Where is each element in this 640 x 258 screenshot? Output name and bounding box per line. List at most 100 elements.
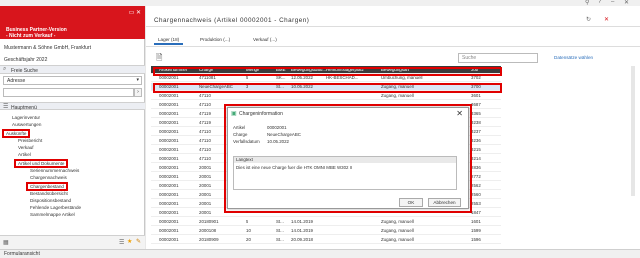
refresh-icon[interactable]: ↻ [586, 16, 591, 23]
cell-7: 3214 [471, 156, 481, 161]
cell-7: 2772 [471, 174, 481, 179]
tree-item-preisbericht[interactable]: Preisbericht [18, 138, 42, 143]
main-titlebar: Chargennachweis (Artikel 00002001 - Char… [146, 11, 640, 27]
free-search-title: Freie Suche [11, 68, 38, 74]
cell-2: 5 [246, 219, 249, 224]
search-input[interactable] [3, 88, 134, 97]
grid-icon[interactable]: ▦ [3, 239, 9, 246]
cell-1: 47110 [199, 138, 211, 143]
cell-7: 3215 [471, 147, 481, 152]
cell-0: 00002001 [159, 174, 179, 179]
cell-1: 20001 [199, 210, 212, 215]
cell-0: 00002001 [159, 138, 179, 143]
table-row[interactable]: 00002001 47110 Zugang, manuell 3601 [151, 92, 501, 100]
cell-1: 20180901 [199, 219, 219, 224]
search-icon: ⌕ [3, 66, 7, 72]
tree-item-lagerinventur[interactable]: Lagerinventur [12, 115, 40, 120]
tree-item-bestandsuebersicht[interactable]: Bestandsübersicht [30, 191, 68, 196]
cell-3: St... [276, 219, 284, 224]
cell-7: 3601 [471, 93, 481, 98]
tree-item-chargennachweis[interactable]: Chargennachweis [30, 175, 67, 180]
cell-1: 20001 [199, 183, 212, 188]
cell-0: 00002001 [159, 120, 179, 125]
tab-produktion[interactable]: Produktion (...) [196, 35, 234, 45]
cell-6: Zugang, manuell [381, 219, 414, 224]
cell-0: 00002001 [159, 228, 179, 233]
menu-list-icon: ☰ [3, 104, 9, 110]
cell-0: 00002001 [159, 147, 179, 152]
list-icon[interactable]: ☰ [119, 239, 124, 246]
table-row[interactable]: 00002001 20180901 5 St... 14.01.2019 Zugang, … [151, 218, 501, 226]
table-row[interactable]: 00002001 20180909 20 St... 20.09.2018 Zugang,… [151, 236, 501, 244]
cell-4: 14.01.2019 [291, 228, 313, 233]
table-row[interactable]: 00002001 2000108 10 St... 14.01.2019 Zugang, … [151, 227, 501, 235]
cell-1: 20180909 [199, 237, 219, 242]
status-text: Formularansicht [4, 251, 40, 257]
status-bar: Formularansicht [0, 249, 640, 258]
cell-0: 00002001 [159, 192, 179, 197]
help-icon[interactable]: ? [598, 0, 601, 5]
cell-2: 20 [246, 237, 251, 242]
cell-6: Zugang, manuell [381, 228, 414, 233]
cell-7: 2560 [471, 192, 481, 197]
tree-item-sammelmappe-artikel[interactable]: Sammelmappe Artikel [30, 212, 75, 217]
vertical-scrollbar[interactable] [631, 66, 635, 196]
cell-1: 2000108 [199, 228, 217, 233]
tab-verkauf[interactable]: Verkauf (...) [249, 35, 281, 45]
cell-1: 47110 [199, 147, 211, 152]
tree-item-dispositionsbestand[interactable]: Dispositionsbestand [30, 198, 71, 203]
search-scope-value: Adresse [7, 78, 26, 84]
menu-tree: Lagerinventur Auswertungen Auskünfte Pre… [0, 112, 145, 232]
company-name: Mustermann & Söhne GmbH, Frankfurt [4, 45, 91, 51]
tree-item-auskuenfte[interactable]: Auskünfte [2, 129, 31, 138]
main-menu-title: Hauptmenü [11, 105, 37, 111]
left-footer: ▦ ☰ ★ ✎ [0, 235, 145, 249]
cell-1: 47110 [199, 129, 211, 134]
document-icon[interactable]: 🗎 [156, 52, 162, 66]
cell-1: 20001 [199, 201, 212, 206]
cell-6: Zugang, manuell [381, 93, 414, 98]
tree-item-artikel-dokumente[interactable]: Artikel und Dokumente [14, 159, 69, 168]
cell-7: 3687 [471, 102, 481, 107]
cell-7: 2553 [471, 201, 481, 206]
search-scope-select[interactable]: Adresse ▾ [3, 76, 142, 85]
cell-7: 3237 [471, 129, 481, 134]
tree-item-fehlende-lagerbestaende[interactable]: Fehlende Lagerbestände [30, 205, 81, 210]
cell-7: 3236 [471, 138, 481, 143]
cell-0: 00002001 [159, 201, 179, 206]
free-search-header[interactable]: ⌕ Freie Suche [0, 65, 145, 74]
tree-item-auswertungen[interactable]: Auswertungen [12, 122, 41, 127]
tree-item-chargenbestand[interactable]: Chargenbestand [26, 182, 68, 191]
cell-0: 00002001 [159, 93, 179, 98]
tab-lager[interactable]: Lager (18) [154, 35, 184, 45]
tree-item-artikel[interactable]: Artikel [18, 152, 31, 157]
cell-1: 20001 [199, 174, 212, 179]
cell-0: 00002001 [159, 183, 179, 188]
cell-3: St... [276, 228, 284, 233]
main-menu-header[interactable]: ☰ Hauptmenü [0, 102, 145, 111]
page-title: Chargennachweis (Artikel 00002001 - Char… [154, 17, 310, 24]
cell-1: 20001 [199, 165, 212, 170]
cell-0: 00002001 [159, 156, 179, 161]
search-go-button[interactable]: › [134, 88, 142, 97]
product-name: Business Partner-Version - Nicht zum Ver… [6, 27, 67, 39]
cell-0: 00002001 [159, 165, 179, 170]
cell-1: 47119 [199, 120, 211, 125]
cell-7: 1847 [471, 210, 481, 215]
cell-2: 10 [246, 228, 251, 233]
cell-0: 00002001 [159, 237, 179, 242]
tree-item-verkauf[interactable]: Verkauf [18, 145, 34, 150]
cell-0: 00002001 [159, 210, 179, 215]
cell-7: 3238 [471, 120, 481, 125]
cell-4: 14.01.2019 [291, 219, 313, 224]
select-records-link[interactable]: Datensätze wählen [554, 55, 593, 60]
tree-item-seriennummernachweis[interactable]: Seriennummernachweis [30, 168, 79, 173]
close-tab-icon[interactable]: ✕ [604, 16, 609, 23]
cell-1: 47110 [199, 93, 211, 98]
grid-search-input[interactable]: Suche [458, 53, 538, 63]
settings-icon[interactable]: ✎ [136, 238, 141, 245]
panel-window-buttons[interactable]: ▭ ✕ [129, 9, 141, 16]
star-icon[interactable]: ★ [127, 238, 132, 245]
cell-7: 1599 [471, 228, 481, 233]
minimize-icon[interactable]: – [611, 0, 614, 5]
